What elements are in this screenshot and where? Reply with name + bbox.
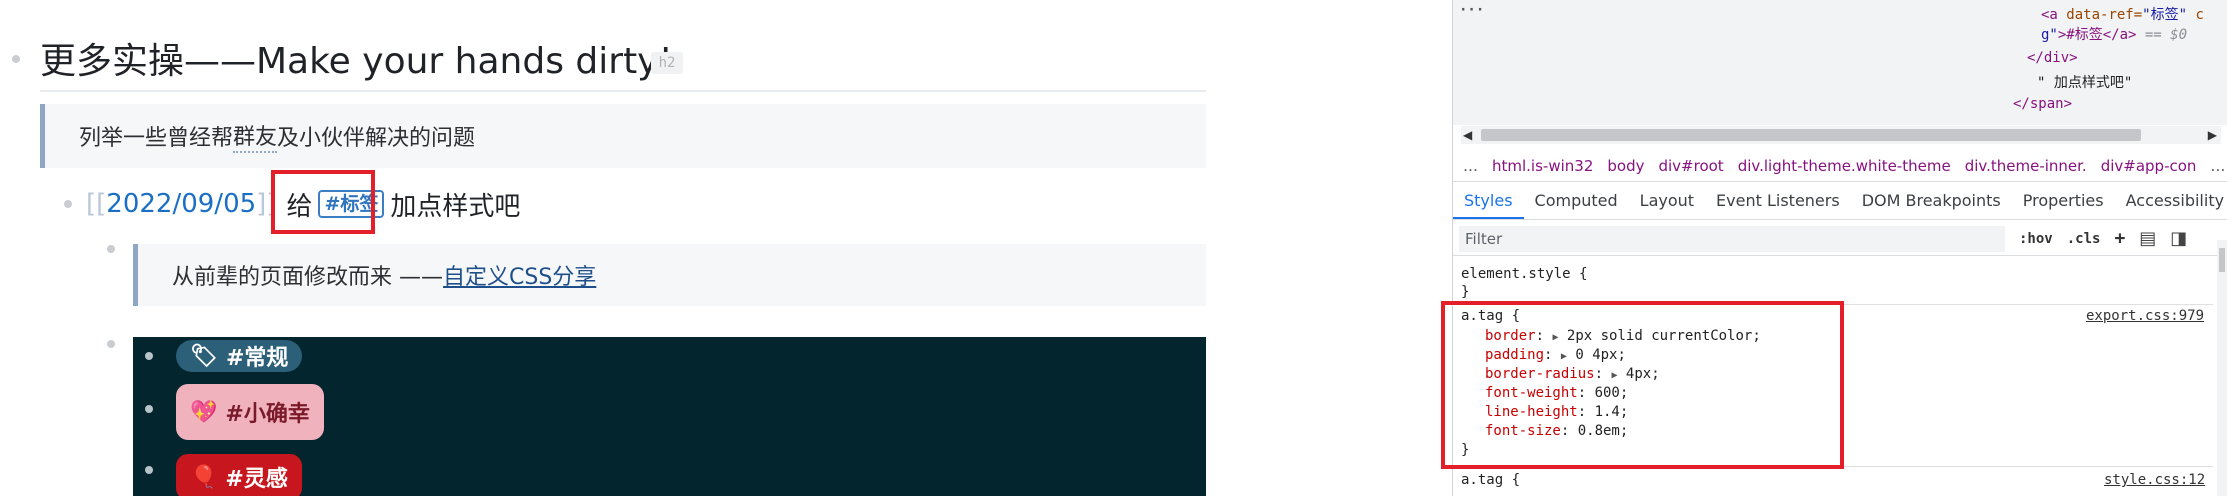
dom-text-node[interactable]: " 加点样式吧" [2037, 72, 2132, 92]
breadcrumb-theme[interactable]: div.light-theme.white-theme [1738, 157, 1951, 175]
editor-pane: 更多实操——Make your hands dirty! h2 列举一些曾经帮群… [0, 0, 1440, 496]
dom-node-anchor[interactable]: <a data-ref="标签" c [2041, 4, 2204, 24]
quote2-bullet[interactable] [107, 245, 115, 253]
dom-attr-value: g" [2041, 27, 2058, 43]
tab-accessibility[interactable]: Accessibility [2115, 185, 2227, 219]
dark-block-bullet[interactable] [107, 340, 115, 348]
quote-text-after: 及小伙伴解决的问题 [277, 126, 476, 151]
breadcrumb-body[interactable]: body [1607, 157, 1644, 175]
scrollbar-thumb[interactable] [1481, 129, 2141, 141]
elements-tree: ··· <a data-ref="标签" c g">#标签</a> == $0 … [1453, 0, 2227, 125]
scroll-right-arrow-icon[interactable]: ▶ [2208, 126, 2217, 144]
quote-text-underlined: 群友 [233, 119, 278, 153]
breadcrumb-app-container[interactable]: div#app-con [2101, 157, 2197, 175]
paint-brush-icon[interactable]: ▤ [2139, 228, 2156, 249]
element-style-close: } [1461, 284, 1470, 300]
style-css-source-link[interactable]: style.css:12 [2104, 472, 2205, 488]
dom-attr-value: "标签" [2142, 7, 2188, 23]
tag-pill-label: #灵感 [225, 467, 288, 492]
dom-attr-cut: c [2187, 7, 2204, 23]
tag-pill-normal[interactable]: 🏷 #常规 [176, 340, 303, 372]
custom-css-share-link[interactable]: 自定义CSS分享 [443, 259, 596, 291]
rule-a-tag-selector-2[interactable]: a.tag { [1461, 472, 1520, 488]
heading-underline [40, 90, 1206, 92]
heading-bullet[interactable] [12, 55, 20, 63]
dom-attr: data-ref= [2066, 7, 2143, 23]
quote-block-source[interactable]: 从前辈的页面修改而来 —— 自定义CSS分享 [133, 244, 1206, 306]
dom-selected-marker: == $0 [2136, 27, 2188, 43]
class-toggle[interactable]: .cls [2067, 231, 2101, 247]
quote-block-problems[interactable]: 列举一些曾经帮 群友 及小伙伴解决的问题 [40, 104, 1206, 168]
breadcrumb-more[interactable]: … [1463, 157, 1478, 175]
styles-filter-bar: :hov .cls + ▤ ◨ [1453, 222, 2227, 256]
export-css-source-link[interactable]: export.css:979 [2086, 308, 2204, 324]
dom-tag: <a [2041, 7, 2067, 23]
css-rule-highlight-box [1441, 301, 1844, 469]
styles-tabbar: Styles Computed Layout Event Listeners D… [1453, 184, 2227, 220]
heading-level-badge: h2 [651, 52, 683, 74]
toggle-sidebar-icon[interactable]: ◨ [2170, 228, 2187, 249]
tab-layout[interactable]: Layout [1629, 185, 1705, 219]
breadcrumb-html[interactable]: html.is-win32 [1492, 157, 1593, 175]
quote-text-before: 列举一些曾经帮 [79, 126, 234, 151]
dom-node-anchor-cont[interactable]: g">#标签</a> == $0 [2041, 24, 2187, 44]
horizontal-scrollbar[interactable]: ◀ ▶ [1461, 126, 2221, 144]
pill-bullet-3 [145, 466, 153, 474]
scroll-left-arrow-icon[interactable]: ◀ [1463, 126, 1472, 144]
quote2-text: 从前辈的页面修改而来 —— [172, 265, 443, 290]
tab-properties[interactable]: Properties [2012, 185, 2115, 219]
dom-text: >#标签</a> [2057, 27, 2137, 43]
tag-pill-inspiration[interactable]: 🎈 #灵感 [176, 454, 302, 496]
dom-close-span[interactable]: </span> [2013, 96, 2072, 112]
styles-vertical-scrollbar[interactable] [2217, 240, 2227, 496]
breadcrumb-more-end[interactable]: … [2210, 157, 2225, 175]
page-heading[interactable]: 更多实操——Make your hands dirty! [40, 38, 673, 86]
element-style-selector[interactable]: element.style { [1461, 266, 1587, 282]
hover-state-toggle[interactable]: :hov [2019, 231, 2053, 247]
styles-filter-input[interactable] [1459, 225, 2005, 252]
page-ref-open-bracket: [[ [86, 189, 107, 219]
heart-icon: 💖 [190, 399, 218, 425]
label-tag-icon: 🏷 [190, 343, 218, 369]
tag-pill-label: #常规 [225, 346, 289, 371]
tab-dom-breakpoints[interactable]: DOM Breakpoints [1851, 185, 2012, 219]
scrollbar-thumb[interactable] [2219, 248, 2225, 272]
tab-styles[interactable]: Styles [1453, 185, 1524, 219]
pill-bullet-1 [145, 352, 153, 360]
devtools-panel: ··· <a data-ref="标签" c g">#标签</a> == $0 … [1441, 0, 2227, 496]
journal-bullet[interactable] [64, 200, 72, 208]
journal-text-after: 加点样式吧 [390, 191, 521, 222]
breadcrumb-theme-inner[interactable]: div.theme-inner. [1965, 157, 2087, 175]
journal-date-link[interactable]: 2022/09/05 [106, 189, 256, 219]
breadcrumb-root[interactable]: div#root [1658, 157, 1723, 175]
tab-event-listeners[interactable]: Event Listeners [1705, 185, 1851, 219]
pill-bullet-2 [145, 405, 153, 413]
dom-close-div[interactable]: </div> [2027, 50, 2078, 66]
balloon-icon: 🎈 [190, 464, 218, 490]
tag-highlight-box [271, 170, 375, 234]
dom-expand-ellipsis[interactable]: ··· [1459, 2, 1484, 18]
tag-pill-label: #小确幸 [225, 402, 310, 427]
dom-breadcrumb: … html.is-win32 body div#root div.light-… [1453, 150, 2227, 182]
tag-pill-small-happiness[interactable]: 💖 #小确幸 [176, 384, 324, 440]
tab-computed[interactable]: Computed [1524, 185, 1629, 219]
new-rule-button[interactable]: + [2114, 228, 2125, 249]
